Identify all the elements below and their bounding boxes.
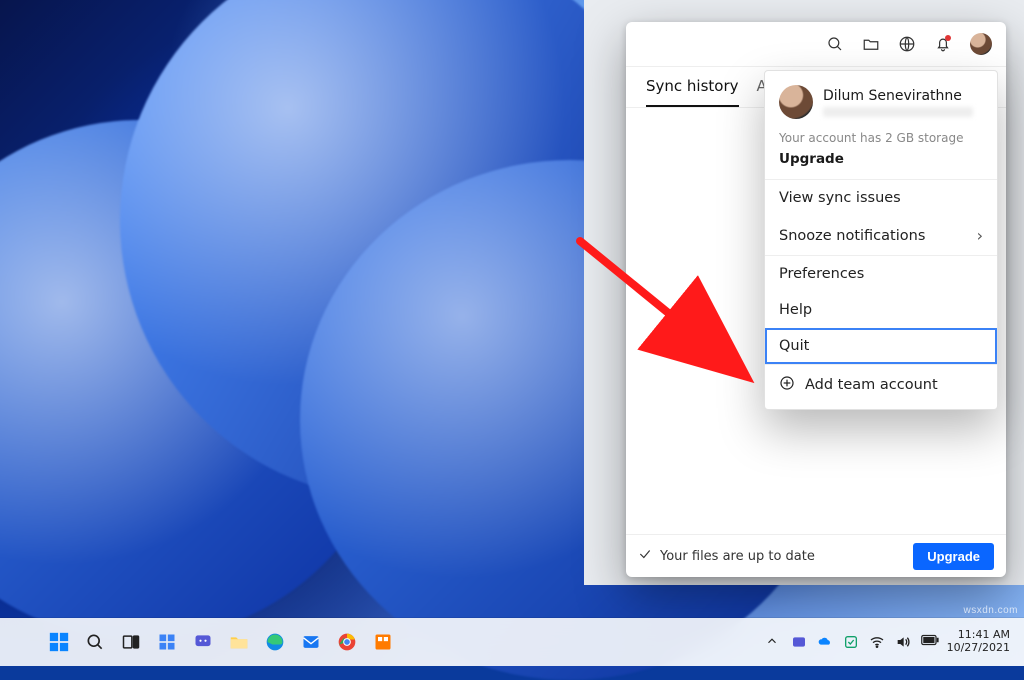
menu-label: Add team account — [805, 377, 938, 393]
watermark: wsxdn.com — [963, 605, 1018, 616]
avatar[interactable] — [970, 33, 992, 55]
menu-item-help[interactable]: Help — [765, 292, 997, 328]
menu-item-snooze-notifications[interactable]: Snooze notifications › — [765, 216, 997, 255]
menu-item-quit[interactable]: Quit — [765, 328, 997, 364]
avatar — [779, 85, 813, 119]
tab-sync-history[interactable]: Sync history — [646, 77, 739, 107]
account-menu: Dilum Senevirathne Your account has 2 GB… — [764, 70, 998, 410]
search-icon[interactable] — [826, 35, 844, 53]
dropbox-toolbar — [626, 22, 1006, 67]
menu-label: View sync issues — [779, 190, 901, 206]
taskbar-clock[interactable]: 11:41 AM 10/27/2021 — [947, 629, 1016, 654]
chevron-right-icon: › — [977, 226, 983, 245]
edge-button[interactable] — [260, 627, 290, 657]
menu-item-view-sync-issues[interactable]: View sync issues — [765, 180, 997, 216]
chat-button[interactable] — [188, 627, 218, 657]
menu-label: Preferences — [779, 266, 864, 282]
bell-icon[interactable] — [934, 35, 952, 53]
notification-dot-icon — [945, 35, 951, 41]
menu-item-add-team-account[interactable]: Add team account — [765, 364, 997, 405]
folder-icon[interactable] — [862, 35, 880, 53]
task-view-button[interactable] — [116, 627, 146, 657]
onedrive-tray-icon[interactable] — [817, 634, 833, 650]
account-name: Dilum Senevirathne — [823, 88, 973, 104]
taskbar-center — [44, 627, 398, 657]
upgrade-button[interactable]: Upgrade — [913, 543, 994, 570]
upgrade-link[interactable]: Upgrade — [765, 147, 997, 180]
check-icon — [638, 547, 652, 565]
file-explorer-button[interactable] — [224, 627, 254, 657]
menu-item-preferences[interactable]: Preferences — [765, 255, 997, 292]
taskbar-right: 11:41 AM 10/27/2021 — [765, 629, 1016, 654]
wifi-icon[interactable] — [869, 634, 885, 650]
start-button[interactable] — [44, 627, 74, 657]
menu-label: Help — [779, 302, 812, 318]
account-header: Dilum Senevirathne — [765, 71, 997, 129]
chrome-button[interactable] — [332, 627, 362, 657]
clock-date: 10/27/2021 — [947, 642, 1010, 655]
storage-text: Your account has 2 GB storage — [765, 129, 997, 147]
tray-overflow-icon[interactable] — [765, 634, 781, 650]
app-button[interactable] — [368, 627, 398, 657]
menu-label: Quit — [779, 338, 809, 354]
battery-icon[interactable] — [921, 634, 937, 650]
taskbar: 11:41 AM 10/27/2021 — [0, 618, 1024, 666]
plus-circle-icon — [779, 375, 795, 395]
account-email-redacted — [823, 107, 973, 117]
dropbox-footer: Your files are up to date Upgrade — [626, 534, 1006, 577]
globe-icon[interactable] — [898, 35, 916, 53]
volume-icon[interactable] — [895, 634, 911, 650]
search-button[interactable] — [80, 627, 110, 657]
sync-status-text: Your files are up to date — [660, 549, 815, 564]
security-tray-icon[interactable] — [843, 634, 859, 650]
teams-tray-icon[interactable] — [791, 634, 807, 650]
menu-label: Snooze notifications — [779, 228, 925, 244]
mail-button[interactable] — [296, 627, 326, 657]
widgets-button[interactable] — [152, 627, 182, 657]
